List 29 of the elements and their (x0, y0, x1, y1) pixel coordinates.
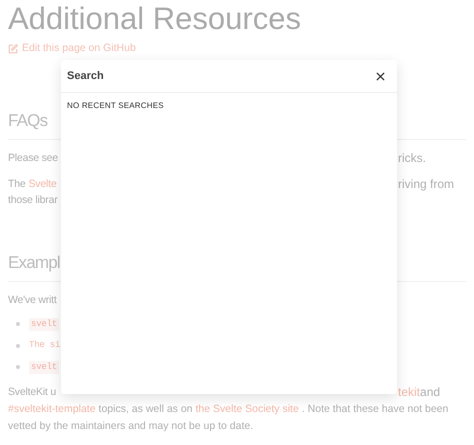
dialog-title: Search (67, 68, 104, 84)
text-fragment: The (8, 176, 26, 192)
close-icon (376, 72, 384, 80)
edit-icon (8, 44, 18, 54)
text-fragment: topics, as well as on (98, 402, 193, 417)
bullet-icon (16, 322, 20, 326)
text-fragment: Please see (8, 150, 58, 166)
text-fragment: . Note that these have not been (302, 402, 448, 417)
link[interactable]: tekit (398, 384, 420, 400)
text-fragment: vetted by the maintainers and may not be up to date. (8, 419, 254, 434)
code-text: svelt (29, 318, 60, 331)
text-fragment: Exampl (8, 252, 60, 274)
bullet-icon (16, 365, 20, 370)
text-fragment: ricks. (398, 150, 426, 166)
page-title: Additional Resources (8, 0, 302, 38)
text-fragment: SvelteKit u (8, 385, 56, 400)
text-fragment: FAQs (8, 110, 48, 132)
empty-state-label: NO RECENT SEARCHES (66, 100, 165, 112)
text-fragment: We've writt (8, 292, 57, 308)
text-fragment: and (420, 384, 440, 400)
code-link[interactable]: The si (29, 339, 60, 352)
text-fragment: riving from (398, 176, 454, 192)
bullet-icon (16, 344, 20, 348)
edit-link[interactable]: Edit this page on GitHub (8, 41, 136, 57)
code-text: svelt (29, 360, 60, 374)
link[interactable]: Svelte (28, 176, 56, 192)
link[interactable]: #sveltekit-template (8, 401, 96, 417)
text-fragment: those librar (8, 193, 58, 208)
link[interactable]: the Svelte Society site (196, 401, 299, 417)
